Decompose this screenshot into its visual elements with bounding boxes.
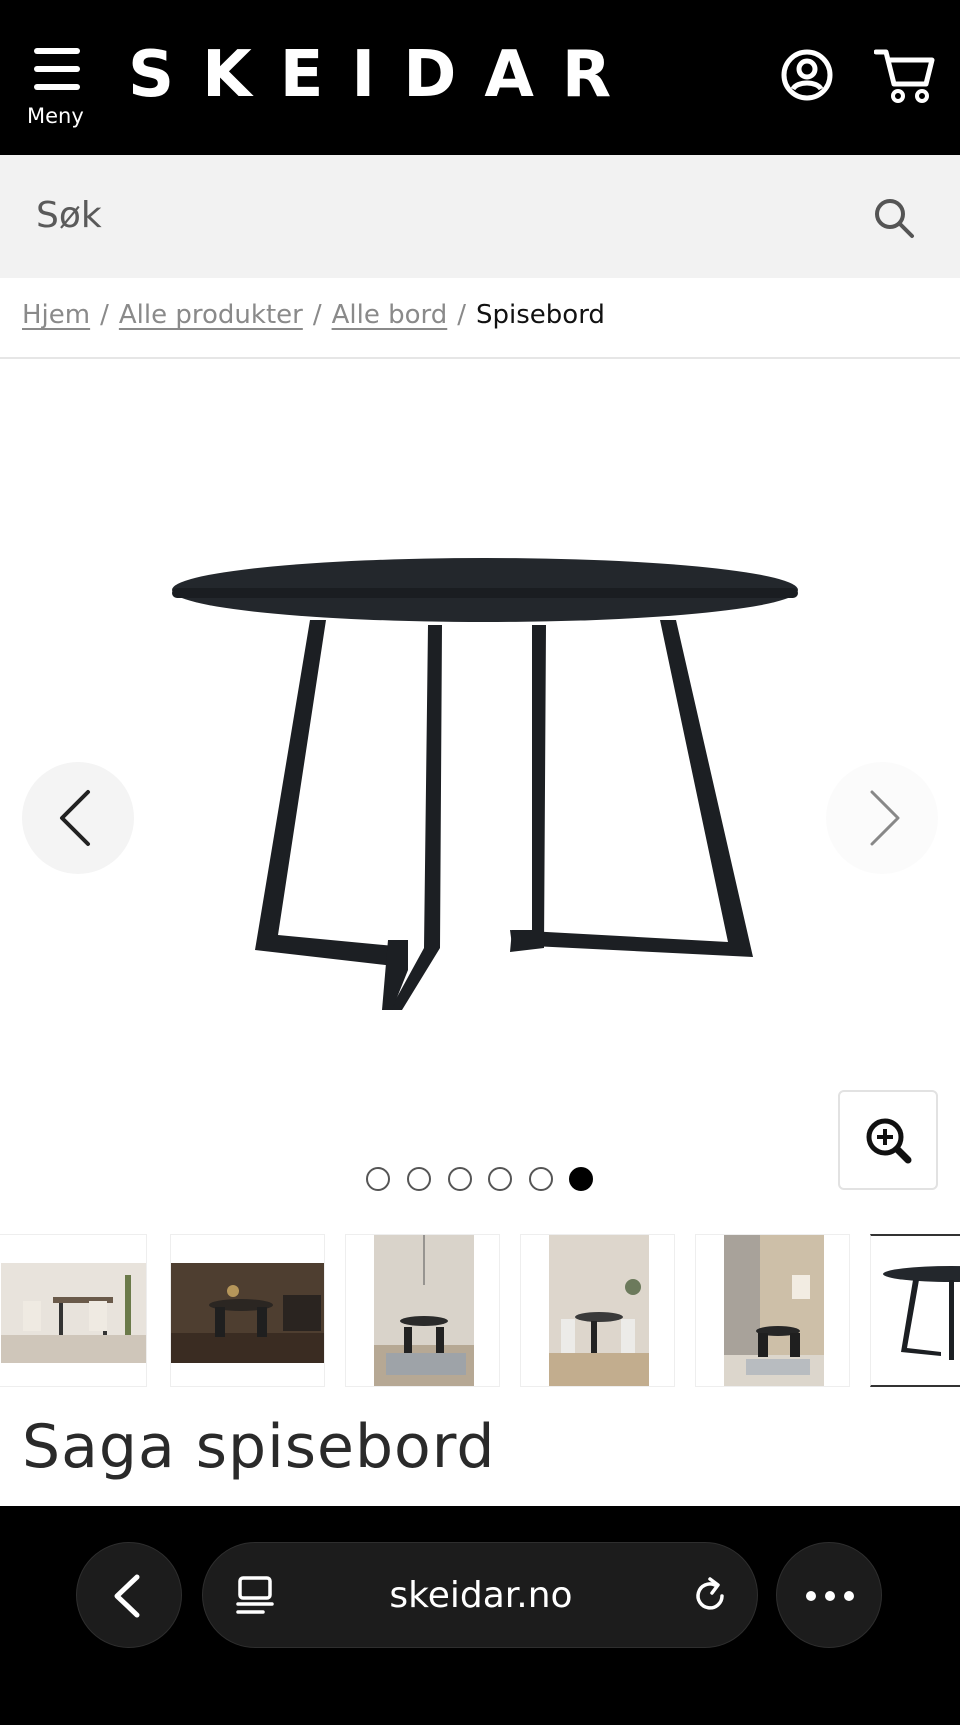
reload-icon[interactable] <box>689 1575 731 1617</box>
thumbnail-active[interactable] <box>870 1234 960 1387</box>
account-icon[interactable] <box>780 48 834 102</box>
product-title: Saga spisebord <box>22 1412 496 1482</box>
address-bar[interactable]: skeidar.no <box>202 1542 758 1648</box>
site-header: Meny SKEIDAR <box>0 0 960 155</box>
site-logo[interactable]: SKEIDAR <box>128 40 639 110</box>
carousel-dot-active[interactable] <box>569 1167 593 1191</box>
browser-back-button[interactable] <box>76 1542 182 1648</box>
zoom-in-icon <box>866 1118 912 1164</box>
cart-icon[interactable] <box>874 46 936 104</box>
breadcrumb-separator: / <box>312 300 322 330</box>
more-icon <box>806 1591 854 1601</box>
carousel-dot[interactable] <box>407 1167 431 1191</box>
breadcrumb-home[interactable]: Hjem <box>22 300 90 330</box>
url-text[interactable]: skeidar.no <box>203 1575 759 1616</box>
back-icon <box>114 1574 140 1618</box>
thumbnail[interactable] <box>345 1234 500 1387</box>
browser-more-button[interactable] <box>776 1542 882 1648</box>
breadcrumb-separator: / <box>457 300 467 330</box>
search-input[interactable] <box>36 185 836 245</box>
product-image[interactable] <box>160 550 810 1060</box>
breadcrumb: Hjem / Alle produkter / Alle bord / Spisebord <box>22 300 605 330</box>
menu-icon <box>34 48 80 90</box>
search-bar <box>0 155 960 278</box>
product-image-carousel[interactable] <box>0 360 960 1190</box>
divider <box>0 357 960 359</box>
chevron-left-icon <box>60 790 90 846</box>
carousel-dot[interactable] <box>529 1167 553 1191</box>
previous-image-button[interactable] <box>22 762 134 874</box>
chevron-right-icon <box>870 790 900 846</box>
search-icon[interactable] <box>872 196 916 240</box>
thumbnail[interactable] <box>0 1234 147 1387</box>
breadcrumb-all-products[interactable]: Alle produkter <box>119 300 303 330</box>
thumbnail-strip <box>0 1234 960 1389</box>
breadcrumb-separator: / <box>100 300 109 330</box>
carousel-dot[interactable] <box>488 1167 512 1191</box>
thumbnail[interactable] <box>170 1234 325 1387</box>
thumbnail[interactable] <box>695 1234 850 1387</box>
menu-label: Meny <box>27 104 84 128</box>
next-image-button[interactable] <box>826 762 938 874</box>
zoom-button[interactable] <box>838 1090 938 1190</box>
menu-button[interactable]: Meny <box>24 44 88 134</box>
browser-toolbar: skeidar.no <box>0 1506 960 1725</box>
carousel-dot[interactable] <box>366 1167 390 1191</box>
breadcrumb-current: Spisebord <box>476 300 605 330</box>
breadcrumb-all-tables[interactable]: Alle bord <box>332 300 448 330</box>
thumbnail[interactable] <box>520 1234 675 1387</box>
carousel-dot[interactable] <box>448 1167 472 1191</box>
